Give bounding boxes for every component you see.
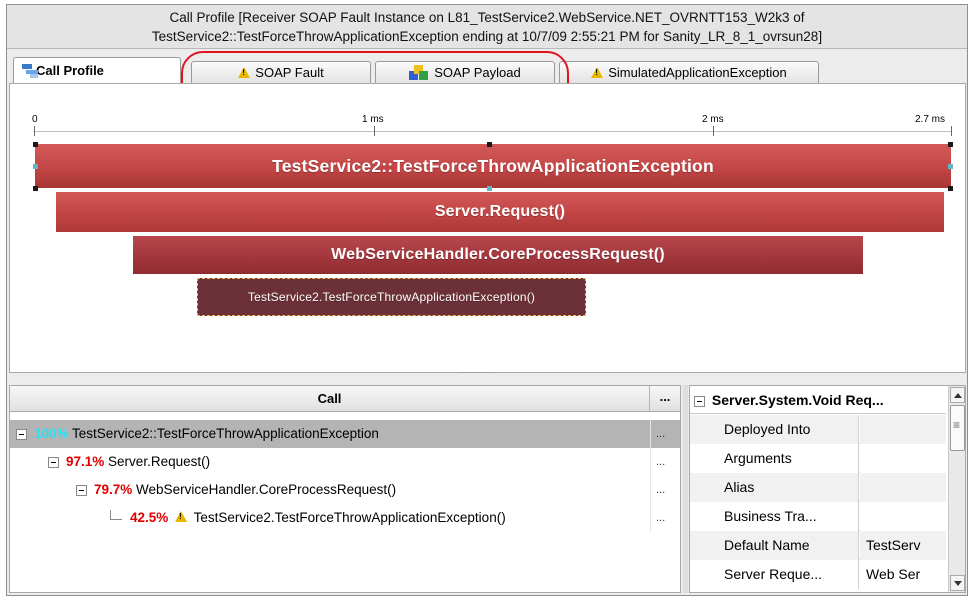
bar-label: TestService2.TestForceThrowApplicationEx…: [247, 290, 536, 304]
row-more[interactable]: ...: [656, 448, 665, 476]
pane-splitter-vertical[interactable]: [683, 385, 688, 593]
scroll-down-button[interactable]: [950, 575, 965, 591]
property-value: [860, 444, 946, 473]
percent-value: 97.1%: [66, 454, 105, 469]
column-header-more[interactable]: ...: [650, 386, 680, 411]
axis-tick: [34, 126, 35, 136]
properties-header: Server.System.Void Req...: [690, 386, 946, 414]
property-key: Deployed Into: [714, 415, 859, 444]
call-tree-table: Call ... 100% TestService2::TestForceThr…: [9, 385, 681, 593]
property-key: Arguments: [714, 444, 859, 473]
row-more[interactable]: ...: [656, 504, 665, 532]
properties-panel: Server.System.Void Req... Deployed Into …: [689, 385, 966, 593]
resize-handle[interactable]: [33, 142, 38, 147]
table-row[interactable]: 100% TestService2::TestForceThrowApplica…: [10, 420, 680, 448]
resize-handle[interactable]: [33, 164, 38, 169]
column-header-call[interactable]: Call: [10, 386, 650, 411]
tick-label: 0: [32, 114, 38, 125]
percent-value: 79.7%: [94, 482, 133, 497]
resize-handle[interactable]: [948, 142, 953, 147]
bar-label: WebServiceHandler.CoreProcessRequest(): [331, 246, 665, 263]
resize-handle[interactable]: [487, 142, 492, 147]
call-profile-window: Call Profile [Receiver SOAP Fault Instan…: [6, 4, 968, 596]
warning-icon: [175, 511, 188, 522]
call-label: TestService2::TestForceThrowApplicationE…: [72, 426, 379, 441]
tab-call-profile[interactable]: Call Profile: [13, 57, 181, 83]
property-value: [860, 415, 946, 444]
collapse-icon[interactable]: [694, 395, 705, 407]
call-label: TestService2.TestForceThrowApplicationEx…: [193, 510, 506, 525]
table-row[interactable]: 97.1% Server.Request() ...: [10, 448, 680, 476]
profile-bar-test-force-throw[interactable]: TestService2.TestForceThrowApplicationEx…: [197, 278, 586, 316]
resize-handle[interactable]: [487, 186, 492, 191]
percent-value: 42.5%: [130, 510, 169, 525]
bar-label: TestService2::TestForceThrowApplicationE…: [272, 155, 714, 176]
property-value: [860, 473, 946, 502]
property-row[interactable]: Server Reque... Web Ser: [690, 560, 946, 589]
scroll-thumb[interactable]: [950, 405, 965, 451]
collapse-icon[interactable]: [16, 428, 27, 440]
property-value: TestServ: [860, 531, 946, 560]
resize-handle[interactable]: [948, 164, 953, 169]
row-more[interactable]: ...: [656, 420, 665, 448]
property-row[interactable]: Alias: [690, 473, 946, 502]
tick-label: 1 ms: [362, 114, 384, 125]
table-row[interactable]: 42.5% TestService2.TestForceThrowApplica…: [10, 504, 680, 532]
property-row[interactable]: Default Name TestServ: [690, 531, 946, 560]
window-header: Call Profile [Receiver SOAP Fault Instan…: [7, 5, 967, 49]
call-tree-header: Call ...: [10, 386, 680, 412]
tab-simulated-application-exception[interactable]: SimulatedApplicationException: [559, 61, 819, 83]
row-more[interactable]: ...: [656, 476, 665, 504]
bar-label: Server.Request(): [434, 203, 566, 220]
call-profile-timeline: 0 1 ms 2 ms 2.7 ms TestService2::TestFor…: [9, 83, 966, 373]
collapse-icon[interactable]: [48, 456, 59, 468]
property-key: Alias: [714, 473, 859, 502]
properties-scrollbar[interactable]: [948, 386, 965, 592]
collapse-icon[interactable]: [76, 484, 87, 496]
warning-icon: [591, 67, 604, 78]
call-label: Server.Request(): [108, 454, 211, 469]
resize-handle[interactable]: [33, 186, 38, 191]
call-profile-icon: [22, 64, 40, 78]
properties-title: Server.System.Void Req...: [711, 392, 884, 408]
scroll-up-button[interactable]: [950, 387, 965, 403]
header-line-1: Call Profile [Receiver SOAP Fault Instan…: [169, 10, 805, 25]
tree-connector: [110, 510, 122, 520]
property-row[interactable]: Business Tra...: [690, 502, 946, 531]
tab-label: SimulatedApplicationException: [608, 65, 787, 80]
table-row[interactable]: 79.7% WebServiceHandler.CoreProcessReque…: [10, 476, 680, 504]
header-line-2: TestService2::TestForceThrowApplicationE…: [151, 29, 823, 44]
axis-tick: [713, 126, 714, 136]
property-value: [860, 502, 946, 531]
property-key: Server Reque...: [714, 560, 859, 589]
time-axis: [34, 131, 952, 132]
call-label: WebServiceHandler.CoreProcessRequest(): [136, 482, 397, 497]
tick-label: 2 ms: [702, 114, 724, 125]
tab-label: Call Profile: [36, 63, 104, 78]
tick-label: 2.7 ms: [915, 114, 946, 125]
pane-splitter[interactable]: [462, 372, 492, 375]
property-row[interactable]: Deployed Into: [690, 415, 946, 444]
property-key: Default Name: [714, 531, 859, 560]
property-row[interactable]: Arguments: [690, 444, 946, 473]
profile-bar-core-process-request[interactable]: WebServiceHandler.CoreProcessRequest(): [133, 236, 863, 274]
axis-tick: [951, 126, 952, 136]
profile-bar-server-request[interactable]: Server.Request(): [56, 192, 944, 232]
axis-tick: [374, 126, 375, 136]
property-key: Business Tra...: [714, 502, 859, 531]
percent-value: 100%: [34, 426, 69, 441]
resize-handle[interactable]: [948, 186, 953, 191]
property-value: Web Ser: [860, 560, 946, 589]
profile-bar-root[interactable]: TestService2::TestForceThrowApplicationE…: [35, 144, 951, 188]
